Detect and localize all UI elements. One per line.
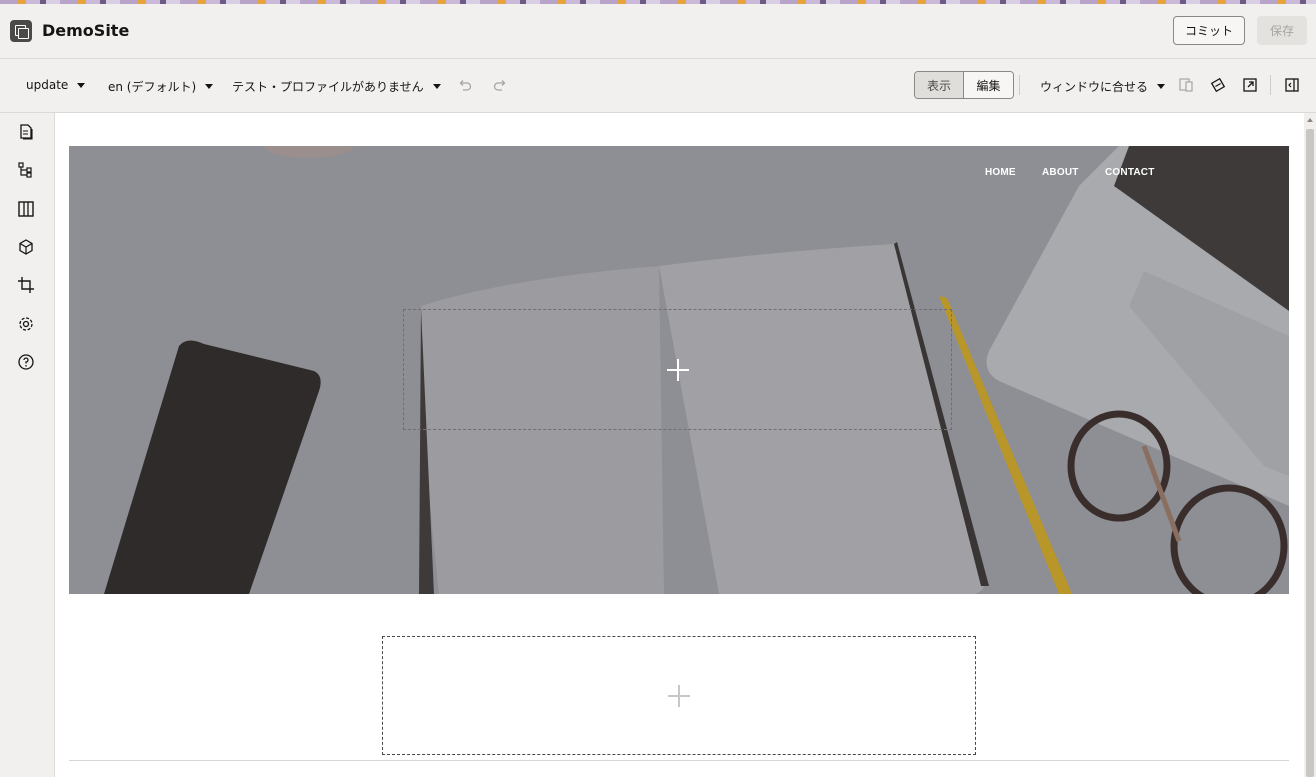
locale-dropdown[interactable]: en (デフォルト) [108, 78, 214, 95]
crop-icon[interactable] [17, 276, 35, 294]
settings-icon[interactable] [17, 315, 35, 333]
structure-icon[interactable] [17, 161, 35, 179]
update-dropdown[interactable]: update [26, 78, 86, 92]
site-title: DemoSite [42, 21, 130, 40]
columns-icon[interactable] [17, 200, 35, 218]
profile-dropdown[interactable]: テスト・プロファイルがありません [232, 78, 441, 95]
components-icon[interactable] [17, 238, 35, 256]
toolbar-divider [1019, 75, 1020, 95]
editor-toolbar: update en (デフォルト) テスト・プロファイルがありません 表示 編集… [0, 59, 1316, 113]
app-header: DemoSite コミット 保存 [0, 4, 1316, 59]
page-canvas: HOME ABOUT CONTACT [55, 113, 1304, 777]
add-component-zone[interactable] [382, 636, 976, 755]
chevron-down-icon [1157, 84, 1166, 89]
add-icon [668, 684, 690, 707]
section-divider [69, 760, 1289, 761]
save-button[interactable]: 保存 [1257, 16, 1307, 45]
device-preview-icon[interactable] [1177, 76, 1195, 94]
profile-dropdown-label: テスト・プロファイルがありません [232, 80, 424, 94]
hero-section: HOME ABOUT CONTACT [69, 146, 1289, 594]
fit-window-dropdown[interactable]: ウィンドウに合せる [1040, 78, 1166, 95]
chevron-down-icon [77, 82, 86, 88]
nav-link-about[interactable]: ABOUT [1042, 167, 1079, 178]
redo-icon[interactable] [491, 76, 509, 94]
nav-link-contact[interactable]: CONTACT [1105, 167, 1155, 178]
help-icon[interactable] [17, 353, 35, 371]
undo-icon[interactable] [456, 76, 474, 94]
toolbar-divider [1270, 75, 1271, 95]
locale-dropdown-label: en (デフォルト) [108, 80, 197, 94]
scrollbar-thumb[interactable] [1306, 129, 1314, 777]
update-dropdown-label: update [26, 78, 69, 92]
open-external-icon[interactable] [1241, 76, 1259, 94]
fit-window-label: ウィンドウに合せる [1040, 80, 1149, 94]
add-icon [666, 358, 689, 381]
diamond-tag-icon[interactable] [1209, 76, 1227, 94]
left-sidebar [0, 113, 55, 777]
chevron-down-icon [432, 84, 441, 89]
site-logo-icon [10, 20, 32, 42]
scroll-up-icon[interactable] [1307, 118, 1313, 122]
hero-add-component-zone[interactable] [403, 309, 952, 430]
view-mode-button[interactable]: 表示 [915, 72, 964, 98]
canvas-scrollbar[interactable] [1304, 113, 1316, 777]
nav-link-home[interactable]: HOME [985, 167, 1016, 178]
edit-mode-button[interactable]: 編集 [964, 72, 1013, 98]
panel-toggle-icon[interactable] [1283, 76, 1301, 94]
pages-icon[interactable] [17, 123, 35, 141]
commit-button[interactable]: コミット [1173, 16, 1245, 45]
view-edit-toggle: 表示 編集 [914, 71, 1014, 99]
chevron-down-icon [205, 84, 214, 89]
